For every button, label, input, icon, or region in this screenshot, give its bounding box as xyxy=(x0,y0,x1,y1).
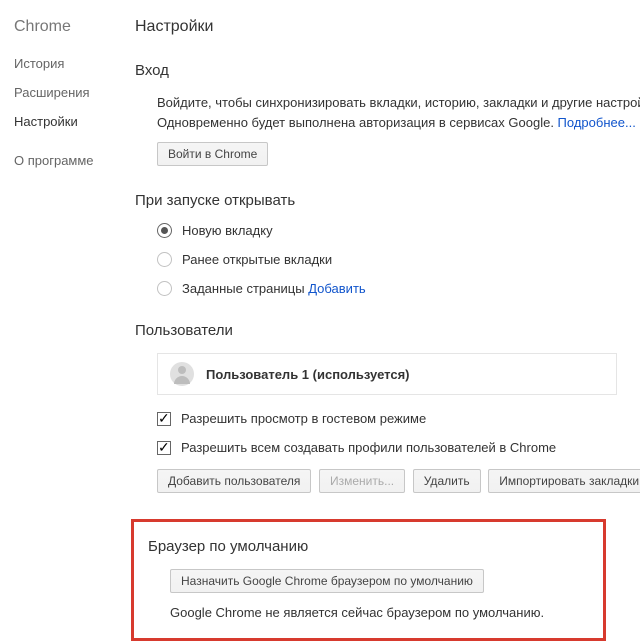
section-default-browser: Браузер по умолчанию Назначить Google Ch… xyxy=(131,519,606,641)
startup-option-label: Заданные страницы xyxy=(182,281,305,296)
startup-option-label: Ранее открытые вкладки xyxy=(182,252,332,267)
sidebar-item-settings[interactable]: Настройки xyxy=(14,114,135,129)
set-default-browser-button[interactable]: Назначить Google Chrome браузером по умо… xyxy=(170,569,484,593)
user-name: Пользователь 1 (используется) xyxy=(206,367,410,382)
startup-option-pages[interactable]: Заданные страницы Добавить xyxy=(135,281,640,296)
import-bookmarks-button[interactable]: Импортировать закладки и н xyxy=(488,469,640,493)
signin-title: Вход xyxy=(135,62,640,79)
allow-profiles-checkbox-row[interactable]: Разрешить всем создавать профили пользов… xyxy=(135,440,640,455)
radio-icon[interactable] xyxy=(157,252,172,267)
signin-button[interactable]: Войти в Chrome xyxy=(157,142,268,166)
sidebar-item-extensions[interactable]: Расширения xyxy=(14,85,135,100)
startup-option-continue[interactable]: Ранее открытые вкладки xyxy=(135,252,640,267)
startup-add-link[interactable]: Добавить xyxy=(308,281,365,296)
section-startup: При запуске открывать Новую вкладку Ране… xyxy=(135,192,640,296)
avatar-icon xyxy=(170,362,194,386)
startup-option-label: Новую вкладку xyxy=(182,223,273,238)
section-signin: Вход Войдите, чтобы синхронизировать вкл… xyxy=(135,62,640,166)
user-row[interactable]: Пользователь 1 (используется) xyxy=(157,353,617,395)
default-browser-status: Google Chrome не является сейчас браузер… xyxy=(148,605,589,620)
content: Настройки Вход Войдите, чтобы синхронизи… xyxy=(135,0,640,641)
edit-user-button[interactable]: Изменить... xyxy=(319,469,405,493)
signin-desc-line2: Одновременно будет выполнена авторизация… xyxy=(157,115,558,130)
signin-more-link[interactable]: Подробнее... xyxy=(558,115,636,130)
allow-profiles-label: Разрешить всем создавать профили пользов… xyxy=(181,440,556,455)
checkbox-icon[interactable] xyxy=(157,441,171,455)
page-title: Настройки xyxy=(135,18,640,36)
radio-icon[interactable] xyxy=(157,281,172,296)
default-browser-title: Браузер по умолчанию xyxy=(148,538,589,555)
section-users: Пользователи Пользователь 1 (используетс… xyxy=(135,322,640,493)
guest-mode-checkbox-row[interactable]: Разрешить просмотр в гостевом режиме xyxy=(135,411,640,426)
users-title: Пользователи xyxy=(135,322,640,339)
signin-desc-line1: Войдите, чтобы синхронизировать вкладки,… xyxy=(157,95,640,110)
startup-option-newtab[interactable]: Новую вкладку xyxy=(135,223,640,238)
startup-title: При запуске открывать xyxy=(135,192,640,209)
guest-mode-label: Разрешить просмотр в гостевом режиме xyxy=(181,411,426,426)
sidebar-item-about[interactable]: О программе xyxy=(14,153,135,168)
sidebar-item-history[interactable]: История xyxy=(14,56,135,71)
add-user-button[interactable]: Добавить пользователя xyxy=(157,469,311,493)
sidebar-title: Chrome xyxy=(14,18,135,36)
radio-icon[interactable] xyxy=(157,223,172,238)
sidebar: Chrome История Расширения Настройки О пр… xyxy=(0,0,135,641)
checkbox-icon[interactable] xyxy=(157,412,171,426)
signin-description: Войдите, чтобы синхронизировать вкладки,… xyxy=(135,93,640,132)
delete-user-button[interactable]: Удалить xyxy=(413,469,481,493)
